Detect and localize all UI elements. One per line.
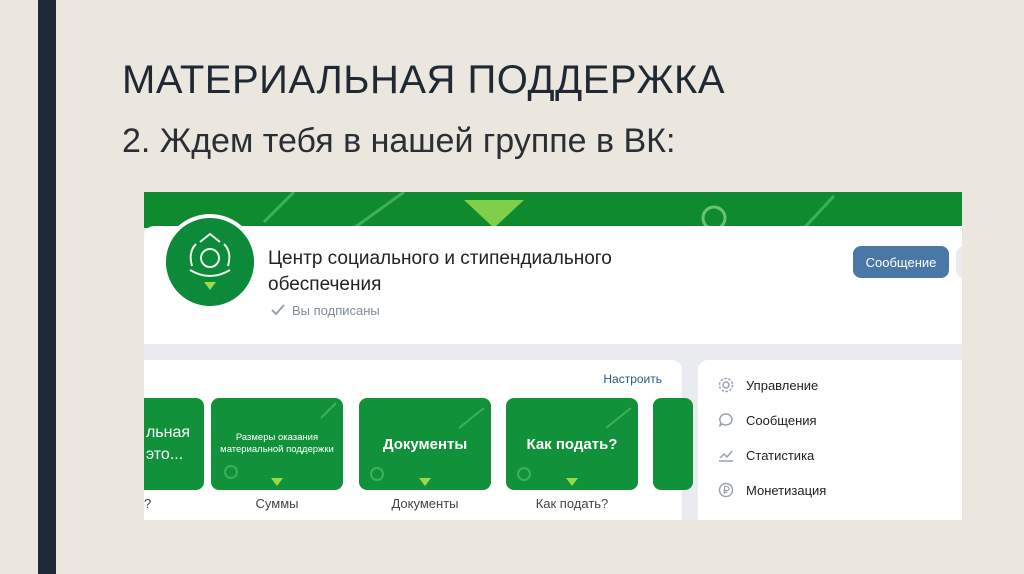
group-cover bbox=[144, 192, 962, 228]
menu-item-statistics[interactable]: Статистика bbox=[718, 447, 814, 463]
group-name: Центр социального и стипендиального обес… bbox=[268, 248, 612, 295]
widget-tile[interactable]: Документы bbox=[359, 398, 491, 490]
widget-tile-partial[interactable] bbox=[653, 398, 693, 490]
menu-item-label: Сообщения bbox=[746, 412, 817, 428]
widgets-panel: Настроить льная это... о? Размеры оказан… bbox=[144, 360, 693, 520]
send-message-button[interactable]: Сообщение bbox=[853, 246, 949, 278]
slide-subtitle: 2. Ждем тебя в нашей группе в ВК: bbox=[122, 122, 676, 160]
group-side-menu: Управление Сообщения Статистика Монетиза… bbox=[698, 360, 962, 520]
tile-title-line: это... bbox=[145, 446, 184, 463]
menu-item-label: Статистика bbox=[746, 447, 815, 463]
slide-title: МАТЕРИАЛЬНАЯ ПОДДЕРЖКА bbox=[122, 58, 726, 102]
tile-title-line: льная bbox=[145, 424, 191, 441]
tile-caption[interactable]: Документы bbox=[359, 496, 491, 511]
tile-title-line: Размеры оказания bbox=[235, 432, 319, 443]
subscription-status[interactable]: Вы подписаны bbox=[270, 302, 380, 318]
more-button[interactable] bbox=[956, 246, 962, 278]
checkmark-icon bbox=[271, 304, 285, 316]
section-divider bbox=[144, 344, 962, 358]
tile-title-line: Как подать? bbox=[526, 435, 618, 453]
trend-chart-icon bbox=[719, 450, 733, 462]
tile-title-line: Документы bbox=[382, 435, 468, 453]
ruble-coin-icon bbox=[718, 482, 734, 498]
widget-tile[interactable]: Размеры оказания материальной поддержки bbox=[211, 398, 343, 490]
chat-bubble-icon bbox=[718, 413, 733, 428]
tile-title-line: материальной поддержки bbox=[220, 444, 334, 455]
menu-item-manage[interactable]: Управление bbox=[718, 377, 818, 393]
group-header-card: Центр социального и стипендиального обес… bbox=[144, 214, 962, 344]
vk-group-screenshot: Центр социального и стипендиального обес… bbox=[144, 192, 962, 520]
menu-item-messages[interactable]: Сообщения bbox=[718, 412, 817, 428]
gear-icon bbox=[718, 377, 734, 393]
tile-caption[interactable]: Как подать? bbox=[506, 496, 638, 511]
tile-caption[interactable]: о? bbox=[144, 496, 210, 511]
widget-tile[interactable]: льная это... bbox=[144, 398, 204, 490]
tile-caption[interactable]: Суммы bbox=[211, 496, 343, 511]
slide-accent-bar bbox=[38, 0, 56, 574]
menu-item-label: Монетизация bbox=[746, 482, 827, 498]
menu-item-monetization[interactable]: Монетизация bbox=[718, 482, 826, 498]
menu-item-label: Управление bbox=[746, 377, 819, 393]
configure-link[interactable]: Настроить bbox=[603, 372, 662, 386]
subscribed-label: Вы подписаны bbox=[292, 302, 380, 318]
widget-tile[interactable]: Как подать? bbox=[506, 398, 638, 490]
group-avatar[interactable] bbox=[162, 214, 258, 310]
